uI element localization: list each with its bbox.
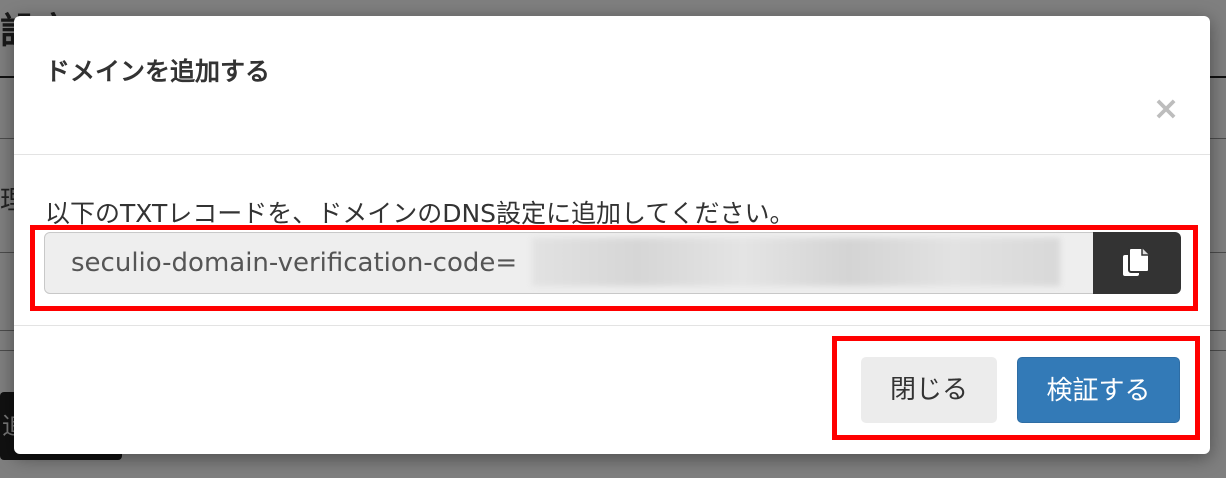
copy-icon <box>1123 248 1149 276</box>
verify-button[interactable]: 検証する <box>1017 357 1180 423</box>
modal-title: ドメインを追加する <box>45 57 271 86</box>
redacted-code <box>532 238 1060 286</box>
copy-button[interactable] <box>1093 232 1181 294</box>
add-domain-dialog: ドメインを追加する × 以下のTXTレコードを、ドメインのDNS設定に追加してく… <box>14 16 1210 454</box>
modal-header: ドメインを追加する × <box>14 16 1210 155</box>
close-button[interactable]: 閉じる <box>861 357 997 423</box>
modal-body: 以下のTXTレコードを、ドメインのDNS設定に追加してください。 seculio… <box>14 155 1210 326</box>
close-icon[interactable]: × <box>1152 92 1180 124</box>
modal-footer: 閉じる 検証する <box>14 326 1210 454</box>
verification-code-group: seculio-domain-verification-code= <box>44 232 1181 294</box>
instruction-text: 以下のTXTレコードを、ドメインのDNS設定に追加してください。 <box>45 199 795 228</box>
verification-code-text: seculio-domain-verification-code= <box>71 248 518 278</box>
